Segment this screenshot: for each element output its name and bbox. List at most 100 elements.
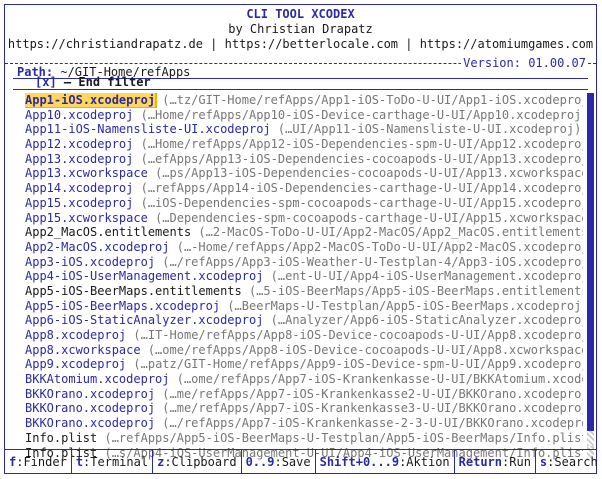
item-name: App11-iOS-Namensliste-UI.xcodeproj	[25, 122, 271, 137]
list-item[interactable]: App8.xcodeproj (…IT-Home/refApps/App8-iO…	[25, 328, 583, 343]
shortcut-label: :Clipboard	[164, 455, 237, 469]
item-path: (…IT-Home/refApps/App8-iOS-Device-cocoap…	[133, 328, 583, 342]
item-name: App3-iOS.xcodeproj	[25, 254, 156, 269]
item-path: (…refApps/App14-iOS-Dependencies-carthag…	[140, 181, 583, 196]
list-item[interactable]: BKKOrano.xcodeproj (…me/refApps/App7-iOS…	[25, 401, 583, 416]
list-item[interactable]: App3-iOS.xcodeproj (…/refApps/App3-iOS-W…	[25, 255, 583, 270]
item-path: (…me/refApps/App7-iOS-Krankenkasse3-U-UI…	[162, 401, 583, 416]
version-label: Version: 01.00.07	[461, 56, 588, 70]
item-path: (…/refApps/App7-iOS-Krankenkasse-2-3-U-U…	[162, 416, 583, 431]
list-item[interactable]: App13.xcodeproj (…efApps/App13-iOS-Depen…	[25, 152, 583, 167]
scrollbar-cell	[587, 328, 594, 343]
item-path: (…efApps/App13-iOS-Dependencies-cocoapod…	[140, 151, 583, 166]
item-path: (…Home/refApps/App12-iOS-Dependencies-sp…	[140, 137, 583, 152]
item-name: App1-iOS.xcodeproj	[25, 93, 158, 108]
shortcut-aktion[interactable]: Shift+0...9:Aktion	[316, 450, 455, 474]
list-item[interactable]: App2-MacOS.xcodeproj (…-Home/refApps/App…	[25, 240, 583, 255]
list-item[interactable]: App14.xcodeproj (…refApps/App14-iOS-Depe…	[25, 181, 583, 196]
item-name: App6-iOS-StaticAnalyzer.xcodeproj	[25, 313, 264, 328]
item-path: (…2-MacOS-ToDo-U-UI/App2-MacOS/App2_MacO…	[198, 225, 583, 240]
list-item[interactable]: App6-iOS-StaticAnalyzer.xcodeproj (…Anal…	[25, 313, 583, 328]
filter-marker: [x]	[35, 75, 57, 89]
list-item[interactable]: App5-iOS-BeerMaps.entitlements (…5-iOS-B…	[25, 284, 583, 299]
filter-label: End filter	[78, 75, 151, 89]
scrollbar-cell	[587, 416, 594, 431]
shortcut-label: :Search	[547, 455, 598, 469]
list-item[interactable]: App5-iOS-BeerMaps.xcodeproj (…BeerMaps-U…	[25, 299, 583, 314]
list-item[interactable]: App9.xcodeproj (…patz/GIT-Home/refApps/A…	[25, 357, 583, 372]
item-path: (…-Home/refApps/App2-MacOS-ToDo-U-UI/App…	[176, 239, 583, 254]
scrollbar-cell	[587, 283, 594, 299]
scrollbar-cell	[587, 401, 594, 417]
scrollbar-cell	[587, 166, 594, 182]
item-name: App12.xcodeproj	[25, 137, 134, 152]
list-item[interactable]: Info.plist (…refApps/App5-iOS-BeerMaps-U…	[25, 431, 583, 446]
item-path: (…patz/GIT-Home/refApps/App9-iOS-Device-…	[133, 357, 583, 372]
shortcut-save[interactable]: 0..9:Save	[242, 450, 316, 474]
list-item[interactable]: App10.xcodeproj (…Home/refApps/App10-iOS…	[25, 108, 583, 123]
shortcut-label: :Run	[502, 455, 531, 469]
end-filter-button[interactable]: [x] — End filter	[35, 75, 151, 89]
shortcut-bar: f:Finder t:Terminal z:Clipboard 0..9:Save Sh…	[5, 449, 598, 474]
scrollbar[interactable]	[587, 93, 595, 461]
item-path: (…Analyzer/App6-iOS-StaticAnalyzer.xcode…	[270, 313, 583, 328]
item-name: App9.xcodeproj	[25, 357, 127, 372]
shortcut-key: Return	[458, 455, 503, 469]
item-path: (…me/refApps/App7-iOS-Krankenkasse2-U-UI…	[162, 386, 583, 401]
scrollbar-cell	[587, 195, 594, 211]
item-path: (…Dependencies-spm-cocoapods-carthage-U-…	[155, 210, 583, 225]
scrollbar-cell	[587, 342, 594, 358]
list-item[interactable]: BKKAtomium.xcodeproj (…ome/refApps/App7-…	[25, 372, 583, 387]
list-item[interactable]: App2_MacOS.entitlements (…2-MacOS-ToDo-U…	[25, 225, 583, 240]
list-item[interactable]: App12.xcodeproj (…Home/refApps/App12-iOS…	[25, 137, 583, 152]
list-item[interactable]: App15.xcodeproj (…iOS-Dependencies-spm-c…	[25, 196, 583, 211]
item-name: App14.xcodeproj	[25, 181, 134, 196]
list-item[interactable]: App13.xcworkspace (…ps/App13-iOS-Depende…	[25, 166, 583, 181]
author-line: by Christian Drapatz	[228, 22, 373, 36]
item-name: App10.xcodeproj	[25, 107, 134, 122]
file-list: App1-iOS.xcodeproj (…tz/GIT-Home/refApps…	[25, 93, 583, 460]
item-name: App2-MacOS.xcodeproj	[25, 239, 170, 254]
item-path: (…ps/App13-iOS-Dependencies-cocoapods-U-…	[155, 166, 583, 181]
item-path: (…ome/refApps/App7-iOS-Krankenkasse-U-UI…	[176, 372, 583, 387]
list-item[interactable]: App11-iOS-Namensliste-UI.xcodeproj (…UI/…	[25, 122, 583, 137]
shortcut-label: :Terminal	[83, 455, 149, 469]
shortcut-terminal[interactable]: t:Terminal	[72, 450, 154, 474]
item-name: BKKAtomium.xcodeproj	[25, 372, 170, 387]
item-name: BKKOrano.xcodeproj	[25, 416, 156, 431]
scrollbar-cell	[587, 430, 594, 446]
item-path: (…iOS-Dependencies-spm-cocoapods-carthag…	[140, 195, 583, 210]
list-item[interactable]: BKKOrano.xcodeproj (…/refApps/App7-iOS-K…	[25, 416, 583, 431]
links-line: https://christiandrapatz.de | https://be…	[7, 37, 594, 51]
item-name: App5-iOS-BeerMaps.entitlements	[25, 283, 242, 298]
list-item[interactable]: App1-iOS.xcodeproj (…tz/GIT-Home/refApps…	[25, 93, 583, 108]
shortcut-finder[interactable]: f:Finder	[5, 450, 72, 474]
scrollbar-cell	[587, 151, 594, 167]
list-item[interactable]: BKKOrano.xcodeproj (…me/refApps/App7-iOS…	[25, 387, 583, 402]
item-name: App8.xcworkspace	[25, 342, 141, 357]
shortcut-key: 0..9	[245, 455, 275, 469]
scrollbar-cell	[587, 107, 594, 123]
filter-divider	[13, 89, 588, 90]
item-path: (…/refApps/App3-iOS-Weather-U-Testplan-4…	[162, 254, 583, 269]
shortcut-search[interactable]: s:Search	[536, 450, 602, 474]
item-name: BKKOrano.xcodeproj	[25, 386, 156, 401]
item-name: Info.plist	[25, 430, 98, 445]
app-title: CLI TOOL XCODEX	[246, 7, 355, 21]
scrollbar-cell	[587, 357, 594, 373]
shortcut-label: :Aktion	[399, 455, 450, 469]
item-path: (…BeerMaps-U-Testplan/App5-iOS-BeerMaps.…	[227, 298, 583, 313]
item-path: (…tz/GIT-Home/refApps/App1-iOS-ToDo-U-UI…	[162, 93, 583, 107]
list-item[interactable]: App15.xcworkspace (…Dependencies-spm-coc…	[25, 211, 583, 226]
shortcut-run[interactable]: Return:Run	[455, 450, 536, 474]
shortcut-clipboard[interactable]: z:Clipboard	[153, 450, 242, 474]
scrollbar-cell	[587, 372, 594, 387]
item-name: App13.xcworkspace	[25, 166, 148, 181]
list-item[interactable]: App8.xcworkspace (…ome/refApps/App8-iOS-…	[25, 343, 583, 358]
scrollbar-cell	[587, 210, 594, 226]
scrollbar-cell	[587, 225, 594, 240]
item-name: App8.xcodeproj	[25, 328, 127, 342]
list-item[interactable]: App4-iOS-UserManagement.xcodeproj (…ent-…	[25, 269, 583, 284]
item-name: App15.xcodeproj	[25, 195, 134, 210]
scrollbar-cell	[587, 181, 594, 196]
